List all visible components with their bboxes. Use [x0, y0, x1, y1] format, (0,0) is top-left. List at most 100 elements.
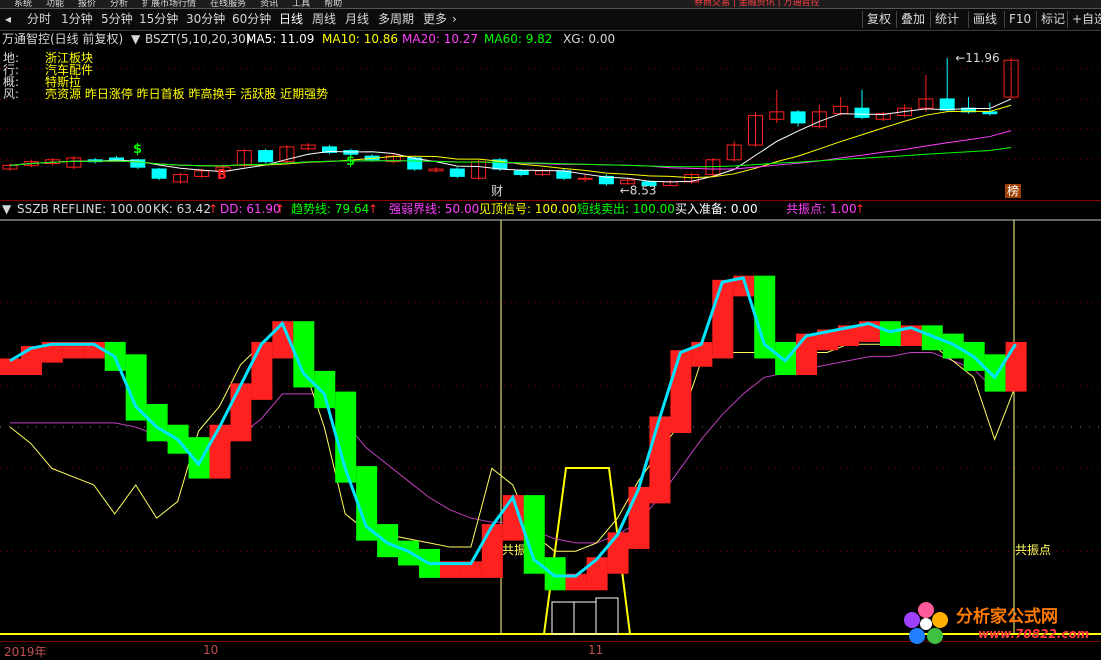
- kk-block-down: [879, 321, 901, 347]
- kk-block-down: [544, 557, 566, 591]
- toolbar-scroll-left-icon[interactable]: ◂: [2, 11, 14, 28]
- kk-block-down: [314, 370, 336, 409]
- kline-indicator-name[interactable]: BSZT(5,10,20,30): [145, 31, 250, 47]
- period-tab-1[interactable]: 1分钟: [58, 11, 96, 28]
- ma20-line: [9, 130, 1012, 170]
- more-chevron-icon[interactable]: ›: [449, 11, 460, 28]
- kk-block-up: [796, 333, 818, 376]
- kk-block-down: [984, 354, 1006, 392]
- menu-item[interactable]: 扩展市场行情: [142, 0, 196, 8]
- kk-block-up: [628, 486, 650, 549]
- boundary-value: 强弱界线: 50.00: [389, 202, 480, 216]
- trend-value: 趋势线: 79.64: [291, 202, 370, 216]
- candle-body: [577, 177, 593, 180]
- watermark: 分析家公式网 www.70822.com: [900, 598, 1100, 648]
- top-signal-value: 见顶信号: 100.00: [479, 202, 577, 216]
- kk-value: KK: 63.42: [153, 202, 211, 216]
- resonance-arrow-icon: ↑: [855, 202, 866, 216]
- tool-button-3[interactable]: 画线: [968, 11, 1001, 28]
- refline-value[interactable]: SSZB REFLINE: 100.00: [17, 201, 152, 217]
- volume-box: [551, 601, 575, 635]
- flower-logo-icon: [904, 602, 948, 644]
- kk-block-up: [209, 424, 231, 479]
- stock-title[interactable]: 万通智控(日线 前复权): [2, 31, 123, 47]
- watermark-url: www.70822.com: [978, 627, 1090, 641]
- period-tab-0[interactable]: 分时: [24, 11, 54, 28]
- buy-ready-value: 买入准备: 0.00: [675, 202, 758, 216]
- ma60-value: MA60: 9.82: [484, 32, 553, 46]
- indicator-dropdown-icon[interactable]: ▼: [131, 31, 140, 47]
- menu-bar: 系统 功能 报价 分析 扩展市场行情 在线服务 资讯 工具 帮助 券商交易 | 金融资讯 | 万通…: [0, 0, 1101, 9]
- candle-body: [790, 111, 806, 124]
- period-tab-2[interactable]: 5分钟: [98, 11, 136, 28]
- axis-label-oct: 10: [203, 643, 219, 657]
- candle-body: [982, 111, 998, 115]
- candle-body: [939, 98, 955, 111]
- menu-item[interactable]: 报价: [78, 0, 96, 8]
- promo-link[interactable]: 券商交易 | 金融资讯 | 万通智控: [694, 0, 820, 8]
- kk-block-down: [146, 404, 168, 442]
- tool-button-6[interactable]: +自选: [1067, 11, 1101, 28]
- menu-item[interactable]: 工具: [292, 0, 310, 8]
- xg-value: XG: 0.00: [563, 32, 616, 46]
- high-price-label: ←11.96: [955, 51, 999, 65]
- menu-item[interactable]: 在线服务: [210, 0, 246, 8]
- indicator-dropdown-icon[interactable]: ▼: [2, 201, 11, 217]
- dollar-signal-label: $: [133, 142, 142, 157]
- period-tab-8[interactable]: 月线: [342, 11, 372, 28]
- dollar-signal-label: $: [346, 154, 355, 169]
- finance-marker: 财: [491, 184, 503, 198]
- ma60-line: [9, 147, 1012, 168]
- kline-header: 万通智控(日线 前复权) ▼ BSZT(5,10,20,30) MA5: 11.…: [0, 31, 1101, 47]
- menu-item[interactable]: 功能: [46, 0, 64, 8]
- axis-label-nov: 11: [588, 643, 604, 657]
- ma5-value: MA5: 11.09: [246, 32, 315, 46]
- dd-value: DD: 61.90: [220, 202, 281, 216]
- menu-item[interactable]: 帮助: [324, 0, 342, 8]
- period-tab-5[interactable]: 60分钟: [229, 11, 274, 28]
- period-toolbar: 分时 1分钟 5分钟 15分钟 30分钟 60分钟 日线 周线 月线 多周期 更多 › ◂ 复权 叠加 统计画…: [0, 9, 1101, 31]
- candle-body: [258, 150, 274, 163]
- kline-chart[interactable]: ←11.96 ←8.53 财 榜 B $ $: [0, 47, 1101, 200]
- period-tab-7[interactable]: 周线: [309, 11, 339, 28]
- indicator-chart[interactable]: 共振点 共振点: [0, 218, 1101, 641]
- period-tab-6[interactable]: 日线: [276, 11, 306, 28]
- period-tab-10[interactable]: 更多: [420, 11, 450, 28]
- resonance-label: 共振点: [1015, 543, 1051, 557]
- candle-body: [513, 170, 529, 176]
- tool-button-4[interactable]: F10: [1004, 11, 1035, 28]
- period-tab-9[interactable]: 多周期: [375, 11, 417, 28]
- period-tab-4[interactable]: 30分钟: [183, 11, 228, 28]
- kk-block-up: [586, 557, 608, 591]
- trend-arrow-icon: ↑: [368, 202, 379, 216]
- watermark-title: 分析家公式网: [956, 607, 1058, 627]
- kk-block-up: [481, 524, 503, 578]
- tool-button-0[interactable]: 复权: [862, 11, 895, 28]
- low-price-label: ←8.53: [620, 184, 657, 198]
- volume-box: [595, 597, 619, 635]
- kk-block-up: [20, 346, 42, 376]
- kk-block-up: [649, 416, 671, 504]
- resonance-value: 共振点: 1.00: [786, 202, 857, 216]
- ma10-value: MA10: 10.86: [322, 32, 399, 46]
- period-tab-3[interactable]: 15分钟: [136, 11, 181, 28]
- rank-marker: 榜: [1007, 183, 1019, 198]
- candle-body: [854, 107, 870, 118]
- short-sell-value: 短线卖出: 100.00: [577, 202, 675, 216]
- axis-label-year: 2019年: [4, 645, 47, 659]
- tool-button-1[interactable]: 叠加: [896, 11, 929, 28]
- menu-item[interactable]: 分析: [110, 0, 128, 8]
- menu-item[interactable]: 系统: [14, 0, 32, 8]
- kk-block-up: [712, 279, 734, 359]
- ma20-value: MA20: 10.27: [402, 32, 479, 46]
- tool-button-5[interactable]: 标记: [1036, 11, 1069, 28]
- volume-box: [573, 601, 597, 635]
- buy-signal-label: B: [217, 168, 227, 183]
- kk-block-down: [377, 524, 399, 558]
- kk-block-up: [607, 532, 629, 574]
- menu-item[interactable]: 资讯: [260, 0, 278, 8]
- tool-button-2[interactable]: 统计: [930, 11, 963, 28]
- candle-body: [449, 168, 465, 177]
- kk-arrow-icon: ↑: [208, 202, 219, 216]
- kk-block-up: [1005, 341, 1027, 392]
